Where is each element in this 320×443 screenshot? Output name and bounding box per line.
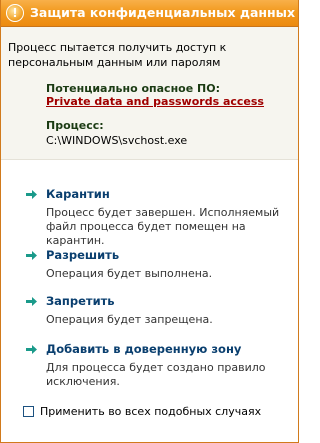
action-quarantine-link[interactable]: Карантин [46,187,110,201]
arrow-right-icon [26,251,37,260]
action-allow-description: Операция будет выполнена. [46,267,213,280]
action-trusted-zone-link[interactable]: Добавить в доверенную зону [46,342,241,356]
action-deny-description: Операция будет запрещена. [46,313,213,326]
title-bar[interactable]: ! Защита конфиденциальных данных [1,0,298,27]
alert-description: Процесс пытается получить доступ к персо… [8,41,227,69]
arrow-right-icon [26,345,37,354]
arrow-right-icon [26,190,37,199]
arrow-right-icon [26,297,37,306]
alert-details: Процесс пытается получить доступ к персо… [1,27,298,159]
action-quarantine-description: Процесс будет завершен. Исполняемый файл… [46,206,280,247]
action-trusted-zone-description: Для процесса будет создано правило исклю… [46,361,266,388]
apply-all-option[interactable]: Применить во всех подобных случаях [23,405,261,418]
process-label: Процесс: [46,119,104,132]
threat-label: Потенциально опасное ПО: [46,82,220,95]
action-allow-link[interactable]: Разрешить [46,248,119,262]
apply-all-label: Применить во всех подобных случаях [40,405,262,418]
action-deny-link[interactable]: Запретить [46,294,115,308]
apply-all-checkbox[interactable] [23,406,34,417]
alert-window: ! Защита конфиденциальных данных Процесс… [0,0,299,443]
actions-panel: Карантин Процесс будет завершен. Исполня… [1,160,298,442]
window-title: Защита конфиденциальных данных [30,5,296,20]
warning-icon: ! [6,4,24,22]
process-path: C:\WINDOWS\svchost.exe [46,134,188,147]
threat-name-link[interactable]: Private data and passwords access [46,95,264,108]
